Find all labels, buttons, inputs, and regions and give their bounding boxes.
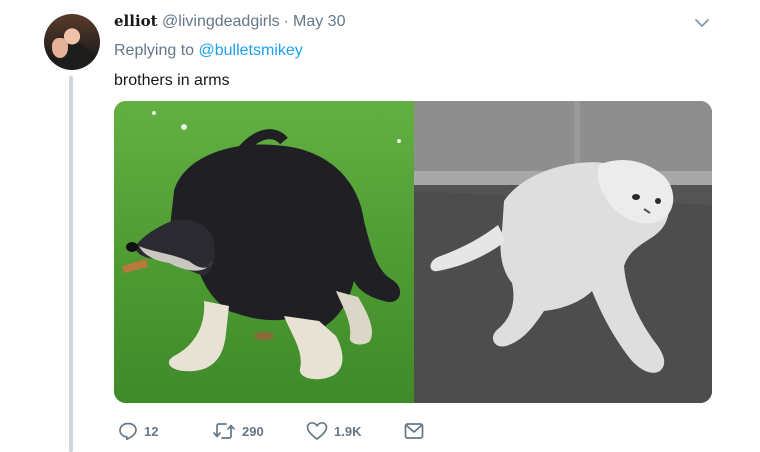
thread-line: [69, 76, 73, 452]
more-options-button[interactable]: [692, 14, 712, 32]
tweet: elliot @livingdeadgirls · May 30 Replying …: [0, 0, 760, 452]
direct-message-button[interactable]: [404, 418, 424, 444]
photo-dog[interactable]: [114, 101, 414, 403]
like-button[interactable]: 1.9K: [306, 418, 361, 444]
reply-button[interactable]: 12: [118, 418, 158, 444]
tweet-header: elliot @livingdeadgirls · May 30: [114, 12, 345, 31]
chevron-down-icon: [695, 19, 709, 27]
retweet-count: 290: [242, 423, 264, 439]
retweet-button[interactable]: 290: [212, 418, 264, 444]
like-count: 1.9K: [334, 423, 362, 439]
user-handle[interactable]: @livingdeadgirls: [162, 13, 280, 30]
photo-cat[interactable]: [414, 101, 712, 403]
display-name[interactable]: elliot: [114, 12, 158, 30]
retweet-icon: [213, 423, 235, 439]
cat-image: [414, 101, 712, 403]
media-grid: [114, 101, 712, 403]
tweet-date[interactable]: May 30: [293, 13, 345, 30]
heart-icon: [306, 421, 328, 440]
reply-icon: [119, 422, 137, 441]
replying-to: Replying to @bulletsmikey: [114, 42, 303, 60]
avatar-hand: [52, 38, 68, 58]
reply-count: 12: [144, 423, 159, 439]
replying-prefix: Replying to: [114, 42, 195, 59]
separator: ·: [283, 13, 289, 30]
replying-mention[interactable]: @bulletsmikey: [199, 42, 303, 59]
tweet-text: brothers in arms: [114, 72, 230, 89]
dog-image: [114, 101, 414, 403]
mail-icon: [404, 423, 424, 439]
avatar[interactable]: [44, 14, 100, 70]
